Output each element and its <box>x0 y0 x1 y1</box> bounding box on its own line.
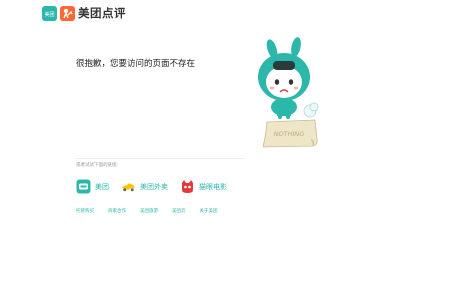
footer-link[interactable]: 美团旅游 <box>140 208 158 214</box>
maoyan-cat-icon <box>180 179 195 194</box>
footer-links: 托管购买 商家合作 美团旅游 美团云 关于美团 <box>76 208 232 214</box>
footer-link[interactable]: 关于美团 <box>200 208 218 214</box>
dianping-icon[interactable] <box>60 5 75 21</box>
app-waimai-label: 美团外卖 <box>140 182 168 191</box>
error-message: 很抱歉，您要访问的页面不存在 <box>76 59 196 69</box>
app-meituan-label: 美团 <box>95 182 109 191</box>
sign-text: NOTHING <box>274 130 305 138</box>
footer-link[interactable]: 商家合作 <box>108 208 126 214</box>
app-waimai[interactable]: 美团外卖 <box>121 179 168 194</box>
link-hint: 或者试试下面的链接： <box>76 163 121 168</box>
footer-link[interactable]: 美团云 <box>172 208 186 214</box>
app-maoyan[interactable]: 猫眼电影 <box>180 179 227 194</box>
waimai-scooter-icon <box>121 179 136 194</box>
meituan-app-icon <box>76 179 91 194</box>
app-links: 美团 美团外卖 猫眼电影 <box>76 179 239 194</box>
divider <box>76 158 244 159</box>
meituan-logo-icon[interactable]: 美团 <box>42 5 57 21</box>
meituan-logo-text: 美团 <box>44 11 54 18</box>
app-maoyan-label: 猫眼电影 <box>199 182 227 191</box>
footer-link[interactable]: 托管购买 <box>76 208 94 214</box>
app-meituan[interactable]: 美团 <box>76 179 109 194</box>
brand-name[interactable]: 美团点评 <box>78 5 126 21</box>
site-header: 美团 美团点评 <box>42 3 126 23</box>
sad-mascot-illustration: NOTHING <box>258 37 319 148</box>
